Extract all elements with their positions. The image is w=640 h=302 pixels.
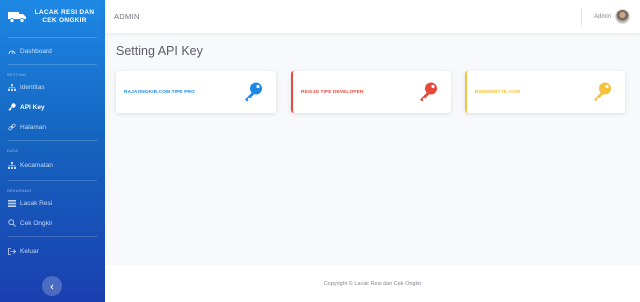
sidebar-item-halaman[interactable]: Halaman bbox=[0, 117, 105, 137]
sidebar-item-cek-ongkir[interactable]: Cek Ongkir bbox=[0, 213, 105, 233]
sidebar-item-label: Dashboard bbox=[20, 47, 52, 55]
chevron-left-icon bbox=[49, 277, 55, 295]
key-icon bbox=[242, 81, 264, 103]
main-content: Setting API Key RAJAONGKIR.COM TIPE PRO … bbox=[105, 33, 640, 265]
topbar-title: ADMIN bbox=[114, 12, 140, 21]
key-icon bbox=[591, 81, 613, 103]
sidebar-item-label: Keluar bbox=[20, 247, 39, 255]
sitemap-icon bbox=[7, 161, 17, 169]
card-label: BINDERBYTE.COM bbox=[475, 89, 521, 95]
sidebar-heading-setting: SETTING bbox=[7, 72, 27, 77]
brand-title: LACAK RESI DAN CEK ONGKIR bbox=[34, 9, 95, 24]
topbar-divider bbox=[580, 7, 582, 26]
sidebar-item-api-key[interactable]: API Key bbox=[0, 97, 105, 117]
key-icon bbox=[417, 81, 439, 103]
page-title: Setting API Key bbox=[116, 44, 203, 58]
user-menu[interactable]: Admin bbox=[580, 0, 640, 33]
sidebar-item-identitas[interactable]: Identitas bbox=[0, 77, 105, 97]
sidebar-item-label: Identitas bbox=[20, 83, 45, 91]
avatar[interactable] bbox=[615, 9, 630, 24]
api-card-binderbyte[interactable]: BINDERBYTE.COM bbox=[465, 71, 625, 113]
sitemap-icon bbox=[7, 83, 17, 91]
truck-icon bbox=[6, 9, 28, 25]
copyright-text: Copyright © Lacak Resi dan Cek Ongkir bbox=[323, 280, 422, 287]
sidebar-item-kecamatan[interactable]: Kecamatan bbox=[0, 153, 105, 177]
api-card-rajaongkir[interactable]: RAJAONGKIR.COM TIPE PRO bbox=[116, 71, 276, 113]
sidebar-item-label: Lacak Resi bbox=[20, 199, 53, 207]
sidebar-item-label: API Key bbox=[20, 103, 45, 111]
card-label: RAJAONGKIR.COM TIPE PRO bbox=[124, 89, 195, 95]
sidebar-item-dashboard[interactable]: Dashboard bbox=[0, 41, 105, 61]
sidebar-item-label: Halaman bbox=[20, 123, 47, 131]
user-name[interactable]: Admin bbox=[594, 14, 611, 20]
sidebar-divider bbox=[8, 236, 97, 237]
dashboard-icon bbox=[7, 48, 17, 55]
sidebar-divider bbox=[8, 37, 97, 38]
logout-icon bbox=[7, 247, 17, 255]
key-icon bbox=[7, 103, 17, 111]
link-icon bbox=[7, 123, 17, 131]
card-label: RESI.ID TIPE DEVELOPER bbox=[301, 89, 364, 95]
sidebar-heading-sekarang: SEKARANG bbox=[7, 188, 32, 193]
search-icon bbox=[7, 219, 17, 227]
topbar: ADMIN Admin bbox=[105, 0, 640, 33]
sidebar-heading-data: DATA bbox=[7, 148, 19, 153]
sidebar-item-label: Kecamatan bbox=[20, 161, 53, 169]
footer: Copyright © Lacak Resi dan Cek Ongkir bbox=[105, 265, 640, 302]
sidebar-brand[interactable]: LACAK RESI DAN CEK ONGKIR bbox=[0, 0, 105, 34]
sidebar-item-keluar[interactable]: Keluar bbox=[0, 241, 105, 261]
sidebar-item-label: Cek Ongkir bbox=[20, 219, 53, 227]
sidebar-toggle-button[interactable] bbox=[42, 276, 62, 296]
sidebar-item-lacak-resi[interactable]: Lacak Resi bbox=[0, 193, 105, 213]
api-card-resi-id[interactable]: RESI.ID TIPE DEVELOPER bbox=[291, 71, 451, 113]
list-icon bbox=[7, 199, 17, 207]
sidebar: LACAK RESI DAN CEK ONGKIR Dashboard SETT… bbox=[0, 0, 105, 302]
